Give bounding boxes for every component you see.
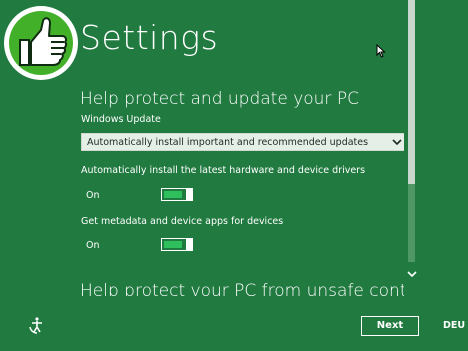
- thumbs-up-icon: [19, 17, 68, 66]
- scrollbar-thumb[interactable]: [408, 0, 415, 184]
- ease-of-access-icon[interactable]: [28, 316, 46, 334]
- settings-content-pane[interactable]: Help protect and update your PC Windows …: [0, 70, 404, 296]
- toggle-track-fill: [164, 191, 182, 198]
- chevron-down-icon: [392, 139, 402, 146]
- language-indicator[interactable]: DEU: [443, 320, 465, 332]
- metadata-toggle-state: On: [86, 240, 100, 251]
- windows-update-dropdown[interactable]: Automatically install important and reco…: [81, 133, 404, 151]
- drivers-toggle[interactable]: [161, 188, 193, 201]
- windows-update-selected-value: Automatically install important and reco…: [87, 137, 369, 148]
- section-heading-protect-update: Help protect and update your PC: [80, 89, 359, 109]
- toggle-knob: [186, 238, 193, 251]
- vertical-scrollbar[interactable]: [406, 0, 418, 296]
- toggle-track-fill: [164, 241, 182, 248]
- metadata-label: Get metadata and device apps for devices: [81, 216, 284, 227]
- section-heading-unsafe-content: Help protect your PC from unsafe content: [80, 281, 404, 296]
- next-button[interactable]: Next: [361, 316, 419, 336]
- page-title: Settings: [80, 18, 219, 57]
- metadata-toggle[interactable]: [161, 238, 193, 251]
- windows-update-label: Windows Update: [81, 114, 161, 125]
- mouse-cursor-icon: [376, 44, 386, 58]
- thumbs-up-badge: [4, 6, 78, 80]
- scroll-down-arrow-icon[interactable]: [407, 270, 417, 278]
- toggle-knob: [186, 188, 193, 201]
- drivers-toggle-state: On: [86, 190, 100, 201]
- drivers-label: Automatically install the latest hardwar…: [81, 165, 366, 176]
